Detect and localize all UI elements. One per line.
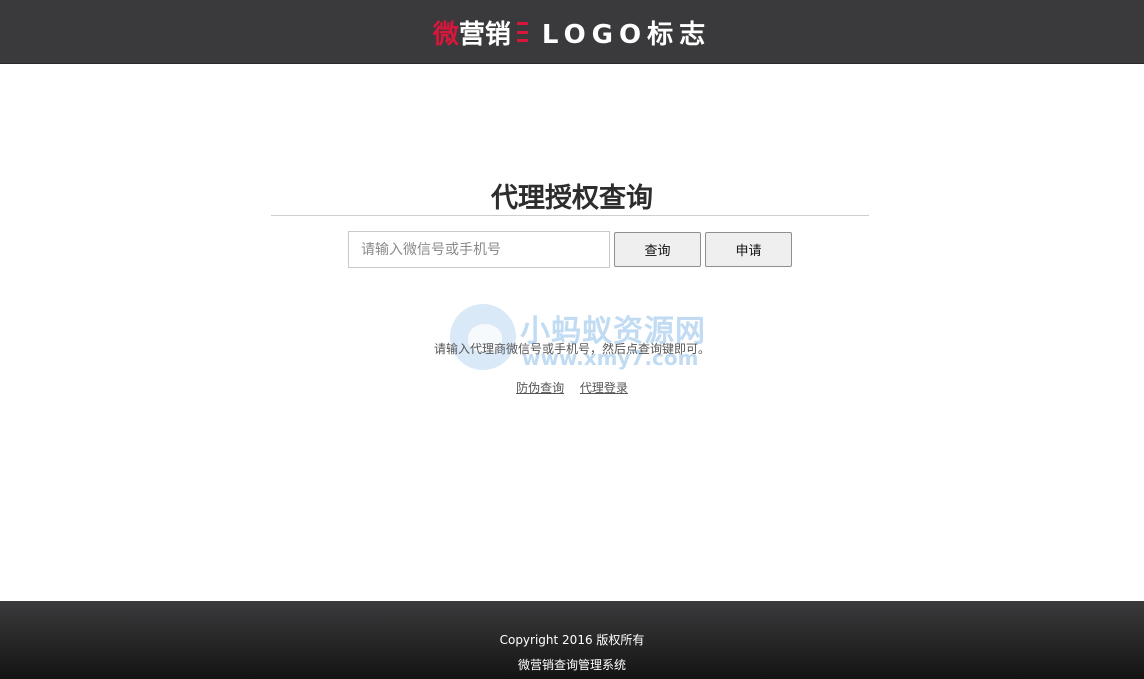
watermark: 小蚂蚁资源网 www.xmy7.com xyxy=(448,302,708,374)
agent-login-link[interactable]: 代理登录 xyxy=(580,381,628,395)
logo-brand-text: 营销 xyxy=(458,19,511,50)
main-content: 代理授权查询 查询 申请 小蚂蚁资源网 www.xmy7.com 请输入代理商微… xyxy=(0,64,1144,601)
system-name-text: 微营销查询管理系统 xyxy=(517,658,626,672)
instruction-hint: 请输入代理商微信号或手机号，然后点查询键即可。 xyxy=(433,342,710,356)
anti-counterfeit-link[interactable]: 防伪查询 xyxy=(516,381,564,395)
logo-text: LOGO标志 xyxy=(541,19,712,50)
query-button[interactable]: 查询 xyxy=(614,232,701,267)
title-divider xyxy=(271,215,869,216)
copyright-text: Copyright 2016 版权所有 xyxy=(499,633,645,647)
watermark-ant-icon xyxy=(450,304,516,370)
logo-wei-char: 微 xyxy=(432,19,459,50)
site-logo[interactable]: 微 营销 LOGO标志 xyxy=(433,12,711,52)
site-footer: Copyright 2016 版权所有 微营销查询管理系统 xyxy=(0,601,1144,679)
logo-bars-icon xyxy=(516,22,528,42)
site-header: 微 营销 LOGO标志 xyxy=(0,0,1144,64)
footer-links: 防伪查询 代理登录 xyxy=(0,379,1144,396)
page-title: 代理授权查询 xyxy=(491,183,653,214)
apply-button[interactable]: 申请 xyxy=(705,232,792,267)
search-input[interactable] xyxy=(348,231,610,268)
